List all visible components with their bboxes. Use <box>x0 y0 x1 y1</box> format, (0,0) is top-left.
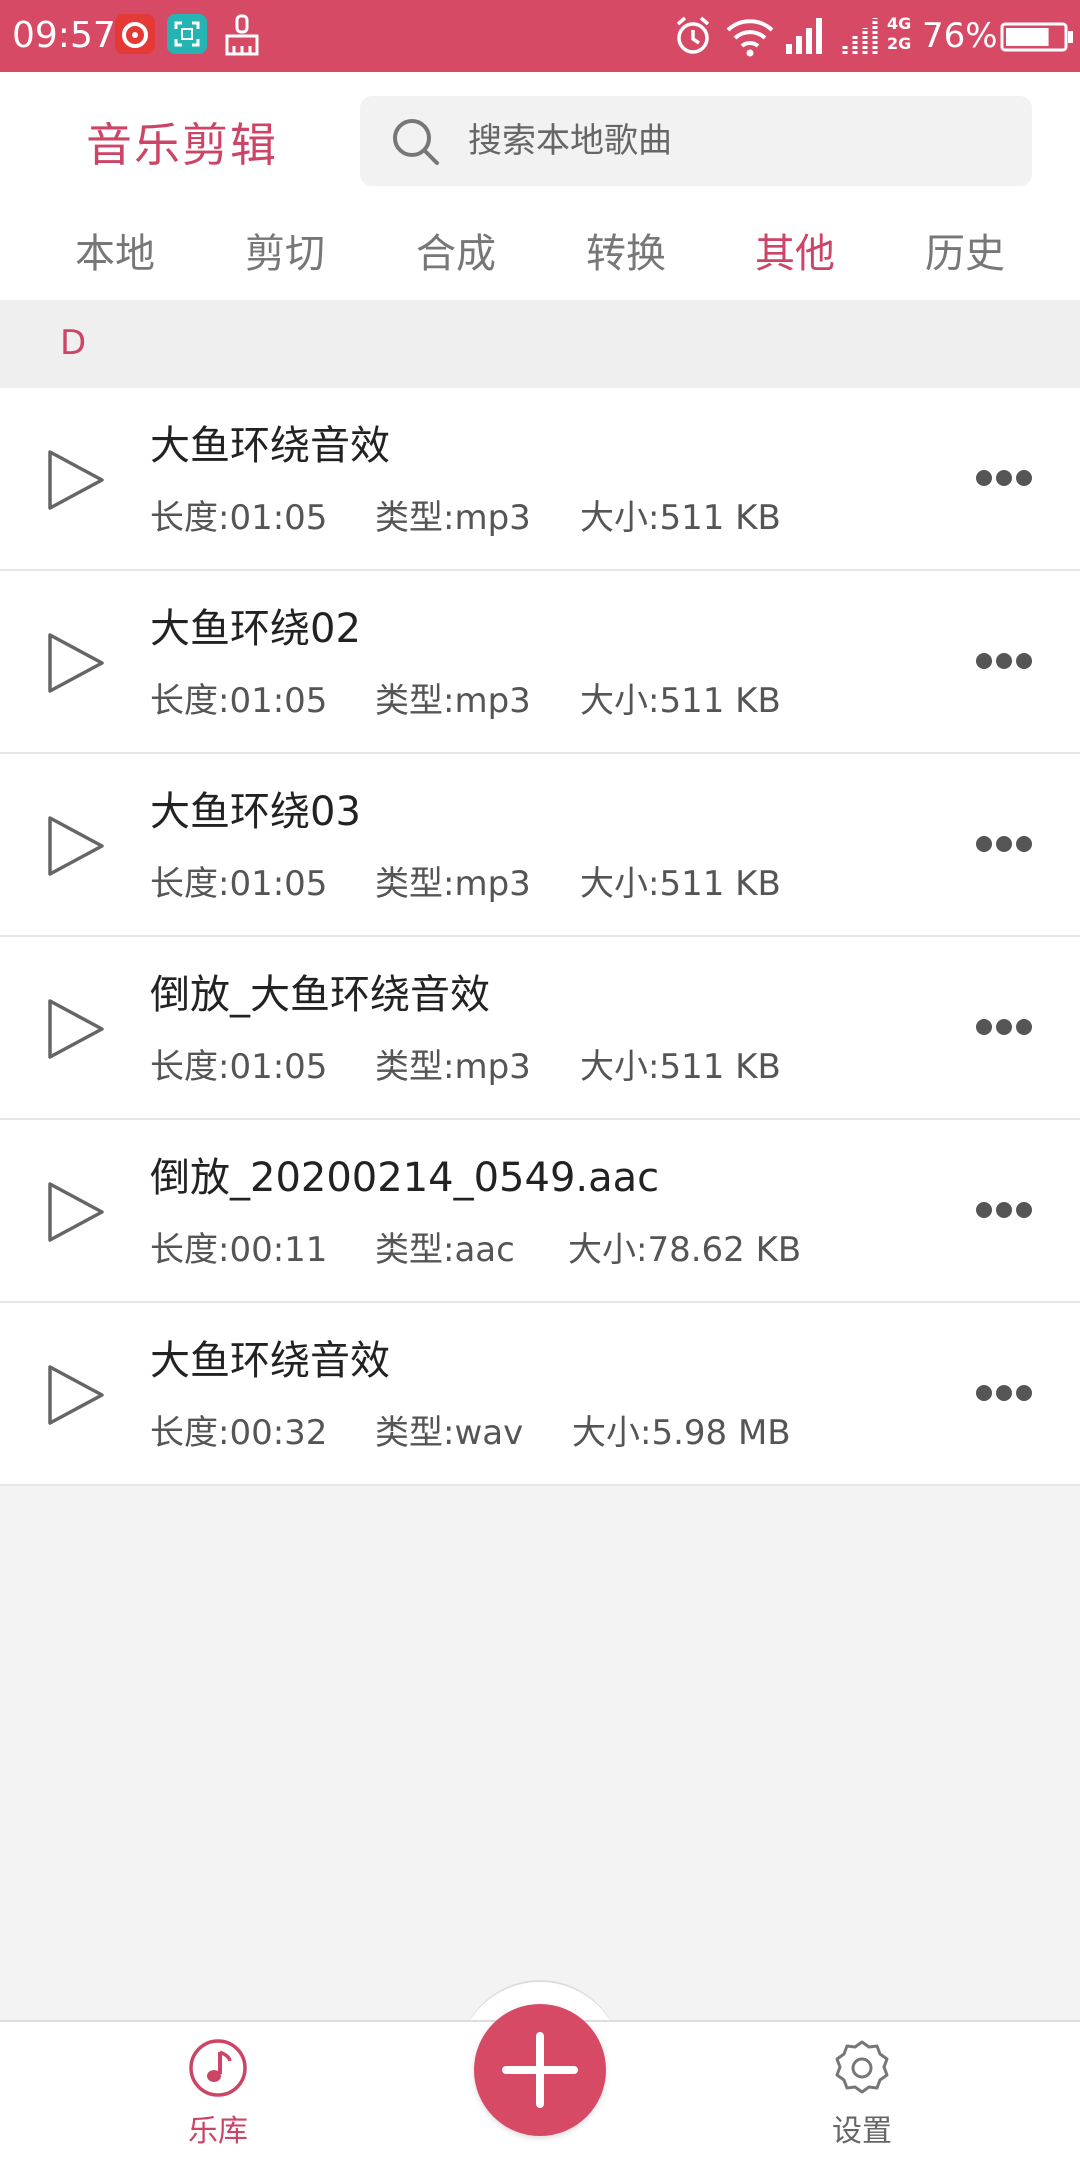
app-header: 音乐剪辑 搜索本地歌曲 本地 剪切 合成 转换 其他 历史 <box>0 72 1080 300</box>
song-title: 大鱼环绕音效 <box>150 423 390 469</box>
music-note-icon <box>189 2039 247 2097</box>
song-list: 大鱼环绕音效 长度:01:05 类型:mp3 大小:511 KB 大鱼环绕02 … <box>0 388 1080 1486</box>
song-title: 大鱼环绕02 <box>150 606 361 652</box>
play-icon[interactable] <box>44 446 108 514</box>
list-item[interactable]: 倒放_大鱼环绕音效 长度:01:05 类型:mp3 大小:511 KB <box>0 937 1080 1120</box>
song-length: 长度:00:32 <box>150 1413 328 1453</box>
play-icon[interactable] <box>44 1178 108 1246</box>
battery-icon <box>1000 22 1073 52</box>
song-type: 类型:mp3 <box>375 498 531 538</box>
search-icon <box>393 119 439 165</box>
nav-settings-label: 设置 <box>832 2114 892 2149</box>
plus-icon <box>502 2032 578 2108</box>
song-length: 长度:01:05 <box>150 498 328 538</box>
section-letter: D <box>60 323 87 363</box>
more-options-icon[interactable] <box>972 1381 1036 1405</box>
tab-merge[interactable]: 合成 <box>371 224 541 284</box>
search-placeholder: 搜索本地歌曲 <box>468 121 672 161</box>
song-title: 大鱼环绕03 <box>150 789 361 835</box>
song-size: 大小:5.98 MB <box>572 1413 791 1453</box>
battery-percent: 76% <box>922 16 998 56</box>
tab-convert[interactable]: 转换 <box>541 224 711 284</box>
tab-other[interactable]: 其他 <box>710 224 880 284</box>
song-type: 类型:mp3 <box>375 681 531 721</box>
nav-library[interactable]: 乐库 <box>118 2022 318 2162</box>
play-icon[interactable] <box>44 1361 108 1429</box>
list-item[interactable]: 大鱼环绕音效 长度:01:05 类型:mp3 大小:511 KB <box>0 388 1080 571</box>
category-tabs: 本地 剪切 合成 转换 其他 历史 <box>0 220 1080 300</box>
song-size: 大小:511 KB <box>580 681 781 721</box>
play-icon[interactable] <box>44 812 108 880</box>
more-options-icon[interactable] <box>972 649 1036 673</box>
song-size: 大小:511 KB <box>580 1047 781 1087</box>
play-icon[interactable] <box>44 629 108 697</box>
song-length: 长度:01:05 <box>150 864 328 904</box>
song-size: 大小:78.62 KB <box>568 1230 802 1270</box>
play-icon[interactable] <box>44 995 108 1063</box>
status-time: 09:57 <box>12 15 116 56</box>
status-bar: 09:57 4G 2G 76% <box>0 0 1080 72</box>
cleaner-icon <box>222 14 262 56</box>
nav-library-label: 乐库 <box>188 2114 248 2149</box>
list-item[interactable]: 大鱼环绕02 长度:01:05 类型:mp3 大小:511 KB <box>0 571 1080 754</box>
list-item[interactable]: 大鱼环绕03 长度:01:05 类型:mp3 大小:511 KB <box>0 754 1080 937</box>
app-title: 音乐剪辑 <box>86 118 278 172</box>
signal-2-icon <box>842 18 878 54</box>
gear-icon <box>835 2040 889 2094</box>
signal-icon <box>786 18 822 54</box>
song-title: 倒放_20200214_0549.aac <box>150 1155 660 1201</box>
tab-local[interactable]: 本地 <box>30 224 200 284</box>
section-header: D <box>0 300 1080 388</box>
song-size: 大小:511 KB <box>580 864 781 904</box>
song-length: 长度:01:05 <box>150 681 328 721</box>
more-options-icon[interactable] <box>972 1198 1036 1222</box>
tab-cut[interactable]: 剪切 <box>200 224 370 284</box>
nav-settings[interactable]: 设置 <box>762 2022 962 2162</box>
more-options-icon[interactable] <box>972 466 1036 490</box>
alarm-icon <box>676 16 710 54</box>
song-type: 类型:aac <box>375 1230 515 1270</box>
song-length: 长度:01:05 <box>150 1047 328 1087</box>
tab-history[interactable]: 历史 <box>880 224 1050 284</box>
scanner-icon <box>167 14 207 54</box>
network-type: 4G 2G <box>887 14 912 53</box>
list-item[interactable]: 大鱼环绕音效 长度:00:32 类型:wav 大小:5.98 MB <box>0 1303 1080 1486</box>
list-item[interactable]: 倒放_20200214_0549.aac 长度:00:11 类型:aac 大小:… <box>0 1120 1080 1303</box>
song-type: 类型:wav <box>375 1413 524 1453</box>
song-type: 类型:mp3 <box>375 864 531 904</box>
song-title: 倒放_大鱼环绕音效 <box>150 972 490 1018</box>
wifi-icon <box>726 19 774 57</box>
song-title: 大鱼环绕音效 <box>150 1338 390 1384</box>
song-size: 大小:511 KB <box>580 498 781 538</box>
song-type: 类型:mp3 <box>375 1047 531 1087</box>
song-length: 长度:00:11 <box>150 1230 328 1270</box>
add-button[interactable] <box>474 2004 606 2136</box>
netease-music-icon <box>115 14 155 54</box>
more-options-icon[interactable] <box>972 832 1036 856</box>
more-options-icon[interactable] <box>972 1015 1036 1039</box>
search-input[interactable]: 搜索本地歌曲 <box>360 96 1032 186</box>
